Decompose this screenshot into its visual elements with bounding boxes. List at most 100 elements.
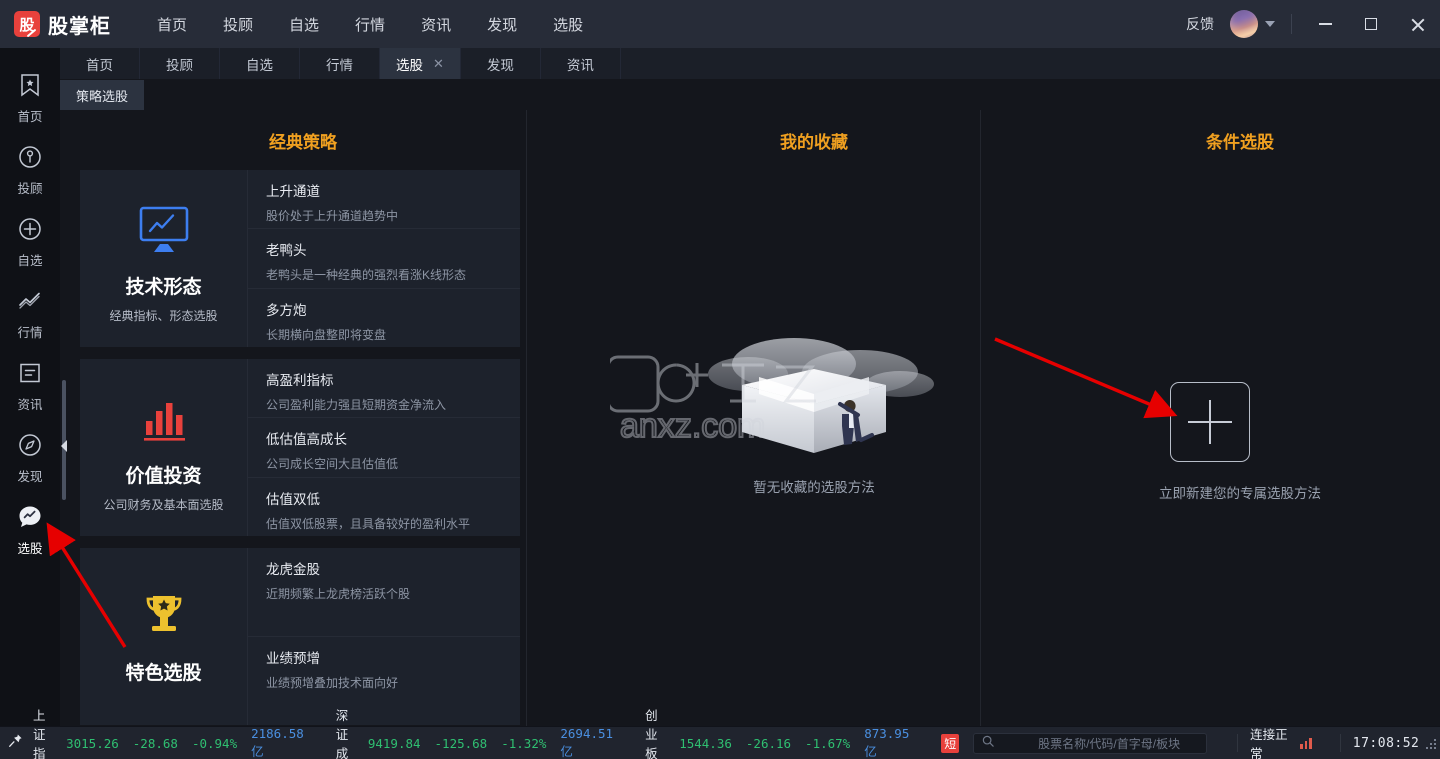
minimize-button[interactable] [1302, 0, 1348, 48]
tab-home[interactable]: 首页 [60, 48, 140, 79]
strategy-item[interactable]: 老鸭头 老鸭头是一种经典的强烈看涨K线形态 [248, 229, 520, 289]
tab-advisor[interactable]: 投顾 [140, 48, 220, 79]
index-change: -28.68 [132, 735, 178, 751]
trophy-icon [136, 580, 192, 642]
strategy-card-header[interactable]: 技术形态 经典指标、形态选股 [80, 170, 248, 347]
strategy-item-list: 龙虎金股 近期频繁上龙虎榜活跃个股 业绩预增 业绩预增叠加技术面向好 [248, 548, 520, 725]
close-button[interactable] [1394, 0, 1440, 48]
search-input[interactable]: 股票名称/代码/首字母/板块 [973, 732, 1208, 754]
index-change: -26.16 [745, 735, 792, 751]
resize-grip-icon[interactable] [1425, 737, 1437, 749]
rail-item-screener[interactable]: 选股 [0, 502, 60, 572]
plus-icon [1188, 400, 1232, 444]
topnav-item-screener[interactable]: 选股 [535, 10, 601, 39]
status-bar-right: 短 股票名称/代码/首字母/板块 连接正常 17:08:52 [941, 727, 1440, 759]
strategy-name: 价值投资 [125, 465, 202, 487]
rail-item-watchlist[interactable]: 自选 [0, 214, 60, 284]
tab-strip: 首页 投顾 自选 行情 选股 ✕ 发现 资讯 [60, 48, 1440, 80]
short-badge[interactable]: 短 [941, 733, 960, 753]
strategy-card-header[interactable]: 特色选股 [80, 548, 248, 725]
tab-market[interactable]: 行情 [300, 48, 380, 79]
strategy-item-sub: 老鸭头是一种经典的强烈看涨K线形态 [266, 268, 467, 283]
strategy-item-sub: 业绩预增叠加技术面向好 [266, 676, 399, 690]
title-bar-right: 反馈 [1186, 0, 1440, 48]
strategy-item[interactable]: 龙虎金股 近期频繁上龙虎榜活跃个股 [248, 548, 520, 637]
topnav-item-news[interactable]: 资讯 [403, 10, 469, 39]
index-value: 9419.84 [367, 735, 421, 751]
tab-news[interactable]: 资讯 [541, 48, 621, 79]
subtab-strategy-screener[interactable]: 策略选股 [60, 80, 145, 110]
index-percent: -1.32% [501, 735, 547, 751]
search-placeholder: 股票名称/代码/首字母/板块 [1038, 736, 1181, 751]
topnav-item-home[interactable]: 首页 [139, 10, 205, 39]
avatar[interactable] [1230, 10, 1258, 38]
add-condition-caption: 立即新建您的专属选股方法 [1159, 486, 1321, 501]
topnav-item-advisor[interactable]: 投顾 [205, 10, 271, 39]
rail-item-news[interactable]: 资讯 [0, 358, 60, 428]
classic-strategy-title: 经典策略 [269, 133, 337, 152]
tab-close-icon[interactable]: ✕ [433, 57, 444, 70]
strategy-item-title: 高盈利指标 [266, 373, 334, 388]
strategy-item-list: 高盈利指标 公司盈利能力强且短期资金净流入 低估值高成长 公司成长空间大且估值低… [248, 359, 520, 536]
index-chinext[interactable]: 创业板指 1544.36 -26.16 -1.67% 873.95亿 [645, 705, 909, 759]
index-amount: 873.95亿 [864, 726, 910, 759]
monitor-chart-icon [135, 194, 193, 256]
chevron-down-icon[interactable] [1265, 21, 1275, 27]
rail-item-advisor[interactable]: 投顾 [0, 142, 60, 212]
condition-column: 立即新建您的专属选股方法 [1040, 110, 1440, 726]
index-shanghai[interactable]: 上证指数 3015.26 -28.68 -0.94% 2186.58亿 [33, 705, 304, 759]
strategy-desc: 经典指标、形态选股 [109, 308, 218, 323]
strategy-card-value: 价值投资 公司财务及基本面选股 高盈利指标 公司盈利能力强且短期资金净流入 低估… [80, 359, 520, 536]
strategy-card-technical: 技术形态 经典指标、形态选股 上升通道 股价处于上升通道趋势中 老鸭头 老鸭头是… [80, 170, 520, 347]
close-icon [1410, 17, 1425, 32]
panel-collapse-handle[interactable] [60, 435, 67, 457]
rail-item-home[interactable]: 首页 [0, 70, 60, 140]
tab-label: 行情 [326, 57, 353, 73]
tab-watchlist[interactable]: 自选 [220, 48, 300, 79]
strategy-item[interactable]: 低估值高成长 公司成长空间大且估值低 [248, 418, 520, 478]
app-title: 股掌柜 [48, 15, 111, 38]
strategy-desc: 公司财务及基本面选股 [103, 497, 224, 512]
index-name: 创业板指 [645, 709, 658, 759]
tab-overflow-controls [1408, 48, 1440, 79]
maximize-button[interactable] [1348, 0, 1394, 48]
tab-discover[interactable]: 发现 [461, 48, 541, 79]
strategy-card-list: 技术形态 经典指标、形态选股 上升通道 股价处于上升通道趋势中 老鸭头 老鸭头是… [80, 170, 520, 726]
index-shenzhen[interactable]: 深证成指 9419.84 -125.68 -1.32% 2694.51亿 [336, 705, 613, 759]
main-content: 经典策略 我的收藏 条件选股 技术形态 经典指标、形态选股 上升通道 股价处于上… [60, 110, 1440, 726]
advisor-icon [17, 142, 43, 172]
index-value: 3015.26 [66, 735, 119, 751]
pin-icon[interactable] [8, 733, 23, 753]
rail-label-watchlist: 自选 [17, 254, 43, 268]
screener-chat-icon [16, 502, 44, 532]
add-condition-button[interactable] [1170, 382, 1250, 462]
feedback-button[interactable]: 反馈 [1186, 14, 1214, 34]
strategy-item[interactable]: 多方炮 长期横向盘整即将变盘 [248, 289, 520, 347]
strategy-card-header[interactable]: 价值投资 公司财务及基本面选股 [80, 359, 248, 536]
tab-label: 投顾 [166, 57, 193, 73]
strategy-item[interactable]: 估值双低 估值双低股票，且具备较好的盈利水平 [248, 478, 520, 536]
topnav-item-market[interactable]: 行情 [337, 10, 403, 39]
clock: 17:08:52 [1352, 735, 1420, 751]
tab-label: 自选 [246, 57, 273, 73]
rail-item-discover[interactable]: 发现 [0, 430, 60, 500]
title-bar: 股 股掌柜 首页 投顾 自选 行情 资讯 发现 选股 反馈 [0, 0, 1440, 48]
index-change: -125.68 [434, 735, 488, 751]
rail-label-advisor: 投顾 [17, 182, 43, 196]
rail-item-market[interactable]: 行情 [0, 286, 60, 356]
strategy-item-sub: 长期横向盘整即将变盘 [266, 327, 387, 342]
signal-bars-icon [1300, 737, 1312, 749]
favorites-empty-text: 暂无收藏的选股方法 [753, 480, 875, 495]
strategy-item[interactable]: 高盈利指标 公司盈利能力强且短期资金净流入 [248, 359, 520, 419]
index-value: 1544.36 [679, 735, 732, 751]
column-splitter-1[interactable] [526, 110, 527, 726]
strategy-name: 特色选股 [125, 663, 202, 684]
title-divider [1291, 14, 1292, 34]
strategy-item[interactable]: 上升通道 股价处于上升通道趋势中 [248, 170, 520, 230]
topnav-item-discover[interactable]: 发现 [469, 10, 535, 39]
top-nav: 首页 投顾 自选 行情 资讯 发现 选股 [139, 10, 601, 39]
index-name: 上证指数 [33, 709, 46, 759]
strategy-item-title: 龙虎金股 [266, 562, 320, 577]
tab-screener[interactable]: 选股 ✕ [380, 48, 461, 79]
topnav-item-watchlist[interactable]: 自选 [271, 10, 337, 39]
